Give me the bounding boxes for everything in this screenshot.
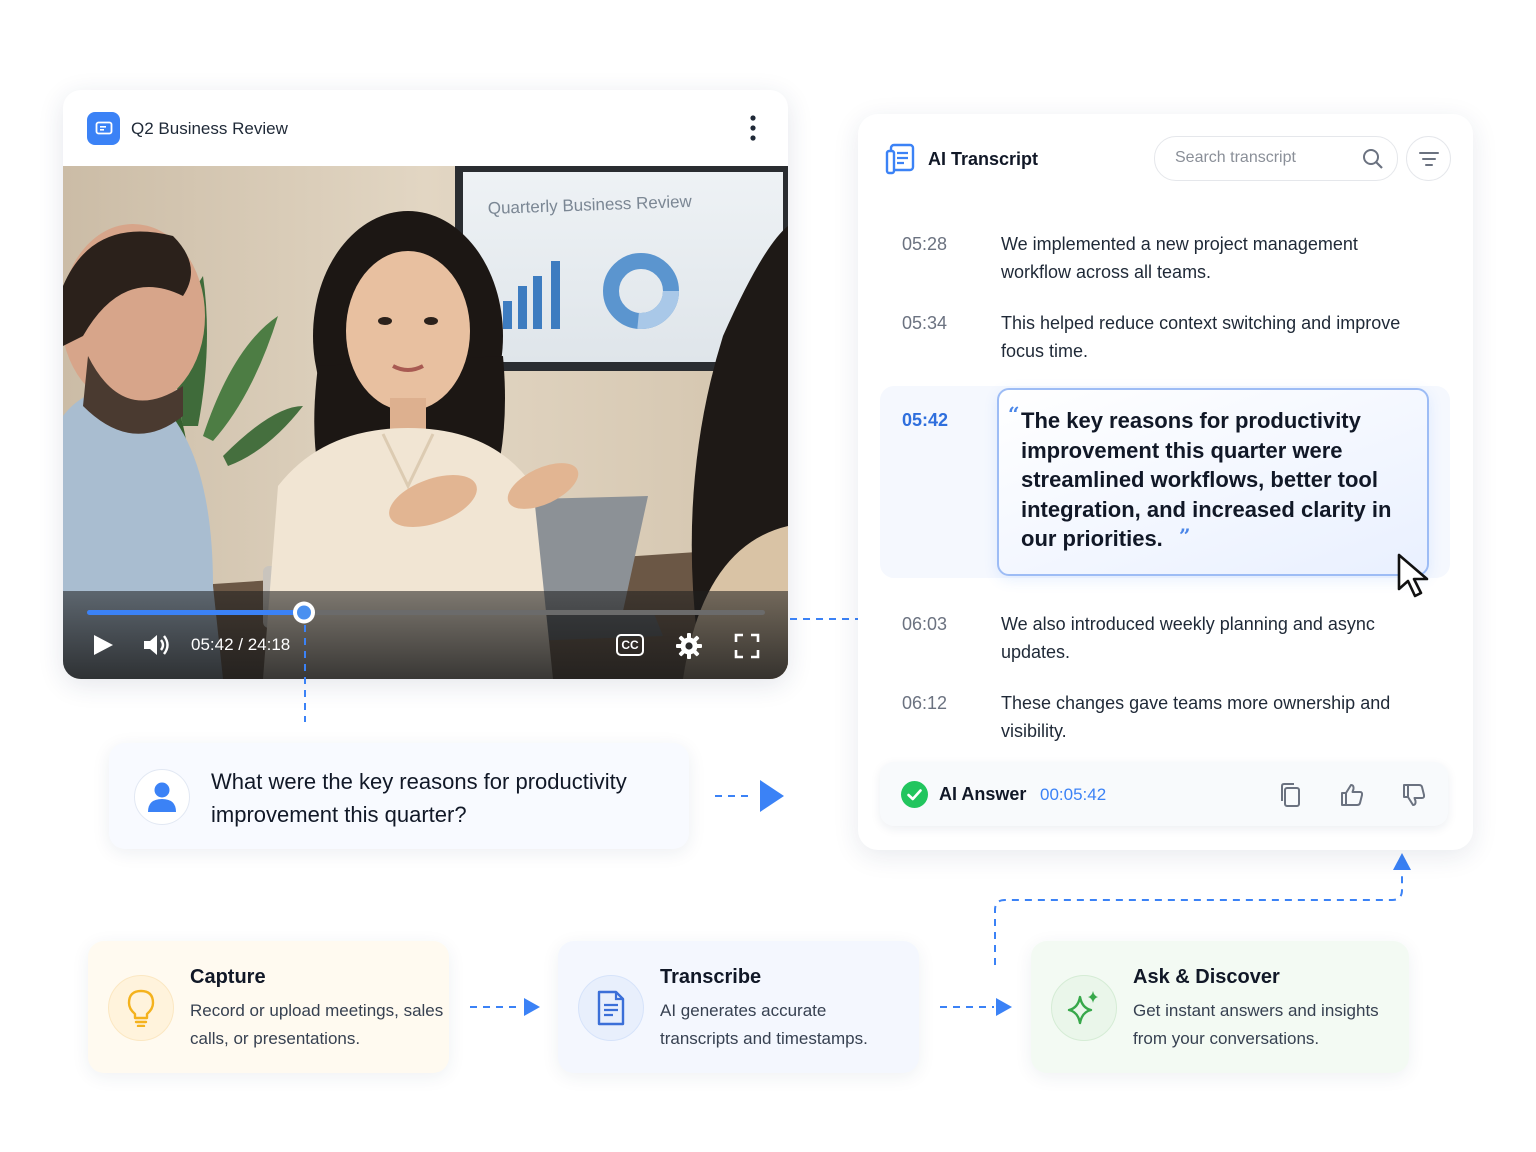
step-icon-badge bbox=[1051, 975, 1117, 1041]
question-card: What were the key reasons for productivi… bbox=[109, 743, 689, 849]
transcript-panel: AI Transcript 05:28 We implemented a new… bbox=[858, 114, 1473, 850]
step-title: Transcribe bbox=[660, 966, 762, 988]
quoted-answer-text: The key reasons for productivity improve… bbox=[1021, 408, 1392, 552]
step-card-transcribe: Transcribe AI generates accurate transcr… bbox=[558, 941, 919, 1073]
video-player-card: Q2 Business Review Quarterly Business Re… bbox=[63, 90, 788, 679]
volume-icon[interactable] bbox=[141, 631, 171, 659]
transcript-line-text: These changes gave teams more ownership … bbox=[1001, 693, 1391, 741]
transcript-title: AI Transcript bbox=[928, 149, 1039, 169]
question-text: What were the key reasons for productivi… bbox=[211, 769, 627, 827]
search-box bbox=[1154, 136, 1398, 181]
ai-answer-timestamp[interactable]: 00:05:42 bbox=[1040, 785, 1106, 805]
ai-answer-label: AI Answer bbox=[939, 784, 1027, 804]
line-timestamp[interactable]: 05:34 bbox=[902, 313, 947, 334]
video-frame[interactable]: Quarterly Business Review CC 05:42 / 24:… bbox=[63, 166, 788, 679]
user-icon bbox=[148, 782, 176, 812]
transcript-line-text: We implemented a new project management … bbox=[1001, 234, 1358, 282]
step-card-discover: Ask & Discover Get instant answers and i… bbox=[1031, 941, 1409, 1073]
fullscreen-icon[interactable] bbox=[734, 633, 760, 659]
copy-icon[interactable] bbox=[1278, 782, 1302, 808]
transcript-line-text: We also introduced weekly planning and a… bbox=[1001, 614, 1375, 662]
video-title: Q2 Business Review bbox=[131, 119, 288, 138]
sparkle-icon bbox=[1067, 991, 1098, 1025]
step-description: Get instant answers and insights from yo… bbox=[1133, 1001, 1379, 1048]
filter-icon bbox=[1418, 151, 1439, 166]
lightbulb-icon bbox=[127, 989, 155, 1027]
document-icon bbox=[597, 990, 625, 1026]
step-card-capture: Capture Record or upload meetings, sales… bbox=[88, 941, 449, 1073]
search-icon[interactable] bbox=[1362, 148, 1384, 170]
close-quote-mark: ” bbox=[1179, 524, 1191, 548]
player-controls: CC bbox=[63, 591, 788, 679]
quoted-answer-box: “ The key reasons for productivity impro… bbox=[997, 388, 1429, 576]
document-icon bbox=[885, 143, 915, 175]
search-input[interactable] bbox=[1173, 148, 1357, 168]
step-description: AI generates accurate transcripts and ti… bbox=[660, 1001, 868, 1048]
thumbs-down-icon[interactable] bbox=[1401, 782, 1427, 808]
step-icon-badge bbox=[108, 975, 174, 1041]
captions-button[interactable]: CC bbox=[616, 634, 644, 656]
step-title: Capture bbox=[190, 966, 266, 988]
time-display: 05:42 / 24:18 bbox=[191, 635, 291, 654]
play-icon[interactable] bbox=[91, 633, 115, 657]
settings-gear-icon[interactable] bbox=[675, 632, 703, 660]
avatar bbox=[134, 769, 190, 825]
step-icon-badge bbox=[578, 975, 644, 1041]
video-header: Q2 Business Review bbox=[63, 90, 788, 166]
step-title: Ask & Discover bbox=[1133, 966, 1280, 988]
line-timestamp[interactable]: 06:12 bbox=[902, 693, 947, 714]
kebab-menu-icon[interactable] bbox=[743, 112, 763, 144]
presentation-icon bbox=[87, 112, 120, 145]
transcript-line-text: This helped reduce context switching and… bbox=[1001, 313, 1401, 361]
check-circle-icon bbox=[901, 781, 928, 808]
highlight-timestamp[interactable]: 05:42 bbox=[902, 410, 948, 431]
ai-answer-bar: AI Answer 00:05:42 bbox=[880, 762, 1448, 826]
line-timestamp[interactable]: 06:03 bbox=[902, 614, 947, 635]
step-description: Record or upload meetings, sales calls, … bbox=[190, 1001, 444, 1048]
progress-fill bbox=[87, 610, 304, 615]
open-quote-mark: “ bbox=[1008, 402, 1020, 426]
thumbs-up-icon[interactable] bbox=[1339, 782, 1365, 808]
line-timestamp[interactable]: 05:28 bbox=[902, 234, 947, 255]
mouse-cursor-icon bbox=[1397, 553, 1429, 598]
filter-button[interactable] bbox=[1406, 136, 1451, 181]
